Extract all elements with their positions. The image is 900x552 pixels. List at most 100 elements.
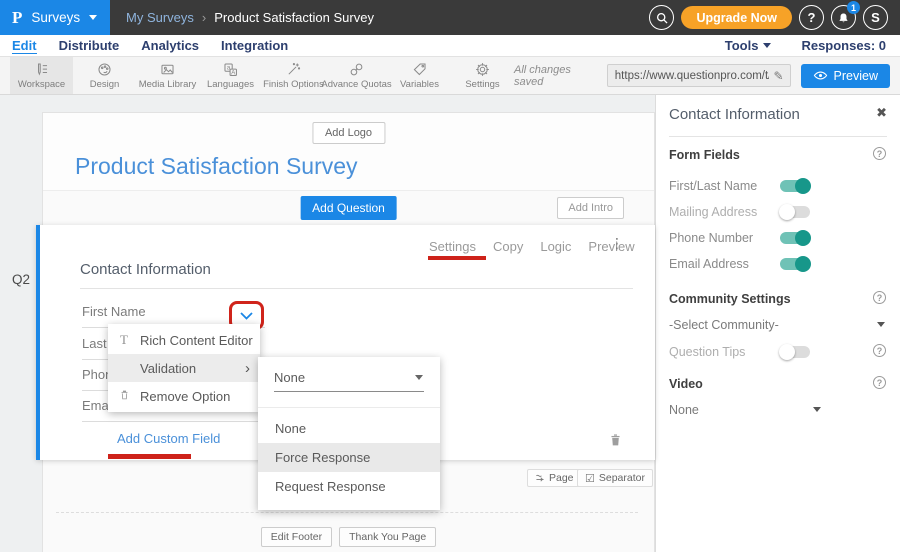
notifications-button[interactable]: 1 (831, 5, 856, 30)
question-title[interactable]: Contact Information (80, 261, 211, 278)
search-button[interactable] (649, 5, 674, 30)
survey-url-input[interactable] (608, 70, 774, 82)
tab-integration[interactable]: Integration (221, 38, 288, 54)
survey-header-section: Add Logo Product Satisfaction Survey (43, 113, 654, 191)
delete-question-button[interactable] (608, 432, 623, 453)
add-intro-button[interactable]: Add Intro (557, 197, 624, 219)
questionpro-logo-icon: P (12, 8, 22, 28)
field-options-context-menu: T Rich Content Editor Validation › Remov… (108, 324, 260, 412)
toolbar-design[interactable]: Design (73, 57, 136, 94)
toggle-knob (779, 344, 795, 360)
editor-content: Add Logo Product Satisfaction Survey Add… (0, 95, 900, 552)
question-tips-label: Question Tips (669, 345, 745, 359)
product-switcher[interactable]: P Surveys (0, 0, 110, 35)
menu-item-label: Rich Content Editor (140, 333, 253, 348)
toggle-first-last-name[interactable] (780, 180, 810, 192)
tools-menu[interactable]: Tools (725, 38, 772, 53)
add-logo-button[interactable]: Add Logo (312, 122, 385, 144)
notification-count-badge: 1 (847, 1, 860, 14)
validation-gap (258, 392, 440, 407)
breadcrumb-separator: › (202, 10, 206, 25)
user-avatar[interactable]: S (863, 5, 888, 30)
toolbar-variables[interactable]: Variables (388, 57, 451, 94)
toggle-mailing-address[interactable] (780, 206, 810, 218)
page-break-icon (535, 473, 545, 483)
chevron-down-icon (763, 43, 771, 48)
toolbar-workspace[interactable]: Workspace (10, 57, 73, 94)
upgrade-now-button[interactable]: Upgrade Now (681, 6, 792, 29)
help-icon[interactable]: ? (873, 344, 886, 357)
question-logic-link[interactable]: Logic (540, 239, 571, 254)
toolbar-advance-quotas[interactable]: Advance Quotas (325, 57, 388, 94)
question-mark-icon: ? (808, 10, 816, 25)
tab-analytics[interactable]: Analytics (141, 38, 199, 54)
breadcrumb-my-surveys[interactable]: My Surveys (126, 10, 194, 25)
toolbar-media-library[interactable]: Media Library (136, 57, 199, 94)
menu-item-rich-content-editor[interactable]: T Rich Content Editor (108, 326, 260, 354)
menu-item-label: Validation (140, 361, 196, 376)
footer-dashed-divider (56, 512, 638, 513)
sidebar-title: Contact Information (669, 106, 800, 123)
close-icon[interactable]: ✖ (876, 105, 887, 121)
menu-item-validation[interactable]: Validation › (108, 354, 260, 382)
avatar-initial: S (871, 10, 880, 25)
svg-text:A: A (231, 69, 236, 76)
select-community-dropdown[interactable]: -Select Community- (669, 318, 779, 332)
edit-footer-button[interactable]: Edit Footer (261, 527, 332, 547)
tools-label: Tools (725, 38, 759, 53)
validation-select[interactable]: None (274, 370, 424, 392)
field-label: First Name (82, 304, 146, 319)
toggle-label-first-last-name: First/Last Name (669, 179, 757, 193)
video-heading: Video (669, 377, 703, 391)
thank-you-page-button[interactable]: Thank You Page (339, 527, 436, 547)
help-icon[interactable]: ? (873, 376, 886, 389)
field-options-chevron-icon[interactable] (240, 312, 253, 320)
toolbar-label: Finish Options (263, 79, 324, 90)
finish-options-icon (285, 61, 302, 78)
tab-distribute[interactable]: Distribute (59, 38, 120, 54)
question-copy-link[interactable]: Copy (493, 239, 523, 254)
settings-icon (474, 61, 491, 78)
help-icon[interactable]: ? (873, 291, 886, 304)
text-editor-icon: T (108, 332, 140, 348)
toolbar-label: Advance Quotas (321, 79, 391, 90)
survey-title[interactable]: Product Satisfaction Survey (75, 153, 358, 180)
menu-item-remove-option[interactable]: Remove Option (108, 382, 260, 410)
top-bar: P Surveys My Surveys › Product Satisfact… (0, 0, 900, 35)
toggle-label-phone-number: Phone Number (669, 231, 753, 245)
toolbar-label: Workspace (18, 79, 65, 90)
add-custom-field-link[interactable]: Add Custom Field (117, 431, 220, 446)
separator-icon: ☑ (585, 472, 595, 485)
separator-button[interactable]: ☑ Separator (577, 469, 653, 487)
help-icon[interactable]: ? (873, 147, 886, 160)
toolbar-items: Workspace Design Media Library aA Langua… (10, 57, 514, 94)
question-settings-link[interactable]: Settings (429, 239, 476, 254)
add-question-button[interactable]: Add Question (300, 196, 397, 220)
chevron-down-icon[interactable] (813, 407, 821, 412)
question-more-menu[interactable]: ⋮ (610, 235, 624, 252)
video-dropdown[interactable]: None (669, 403, 699, 417)
submenu-arrow-icon: › (245, 361, 250, 376)
toolbar-finish-options[interactable]: Finish Options (262, 57, 325, 94)
toolbar-languages[interactable]: aA Languages (199, 57, 262, 94)
edit-url-icon[interactable]: ✎ (773, 69, 789, 83)
chevron-down-icon[interactable] (877, 322, 885, 327)
autosave-status: All changes saved (514, 64, 597, 88)
toggle-question-tips[interactable] (780, 346, 810, 358)
toggle-knob (795, 178, 811, 194)
validation-submenu: None None Force Response Request Respons… (258, 357, 440, 510)
toggle-phone-number[interactable] (780, 232, 810, 244)
product-name: Surveys (31, 10, 80, 25)
responses-count[interactable]: Responses: 0 (801, 38, 886, 53)
toolbar-settings[interactable]: Settings (451, 57, 514, 94)
toggle-email-address[interactable] (780, 258, 810, 270)
option-none[interactable]: None (258, 414, 440, 443)
option-request-response[interactable]: Request Response (258, 472, 440, 501)
chevron-down-icon (415, 375, 423, 380)
breadcrumb: My Surveys › Product Satisfaction Survey (126, 10, 374, 25)
tab-edit[interactable]: Edit (12, 38, 37, 54)
help-button[interactable]: ? (799, 5, 824, 30)
option-force-response[interactable]: Force Response (258, 443, 440, 472)
preview-button[interactable]: Preview (801, 64, 890, 88)
footer-buttons: Edit Footer Thank You Page (42, 527, 655, 547)
